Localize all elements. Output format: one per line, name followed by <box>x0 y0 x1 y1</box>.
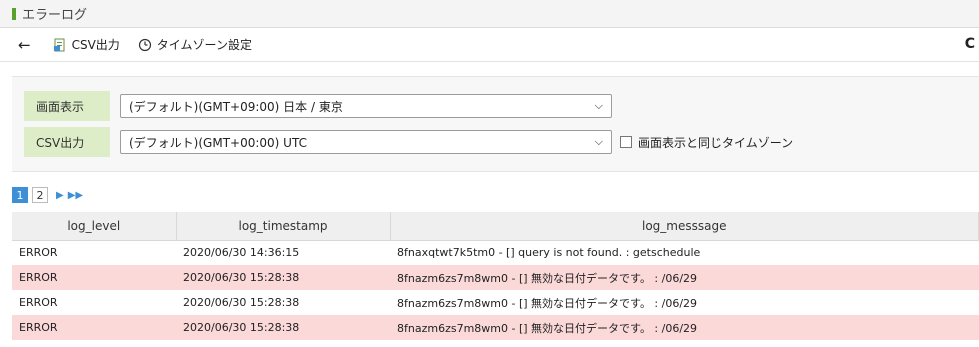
csv-timezone-select[interactable]: (デフォルト)(GMT+00:00) UTC ⌵ <box>120 130 612 154</box>
timezone-settings-label: タイムゾーン設定 <box>156 38 252 52</box>
back-arrow-icon[interactable]: ← <box>18 36 31 54</box>
page-1-button[interactable]: 1 <box>12 187 28 203</box>
cell-log-message: 8fnazm6zs7m8wm0 - [] 無効な日付データです。 : /06/2… <box>390 265 979 290</box>
same-timezone-checkbox[interactable]: 画面表示と同じタイムゾーン <box>620 134 793 151</box>
chevron-down-icon: ⌵ <box>594 99 603 112</box>
table-row[interactable]: ERROR 2020/06/30 14:36:15 8fnaxqtwt7k5tm… <box>12 240 979 265</box>
checkbox-box[interactable] <box>620 136 632 148</box>
display-timezone-value: (デフォルト)(GMT+09:00) 日本 / 東京 <box>129 99 343 114</box>
csv-export-label: CSV出力 <box>71 38 120 52</box>
cell-log-message: 8fnaxqtwt7k5tm0 - [] query is not found.… <box>390 240 979 265</box>
chevron-down-icon: ⌵ <box>594 135 603 148</box>
timezone-settings-button[interactable]: タイムゾーン設定 <box>138 36 252 53</box>
table-header-row: log_level log_timestamp log_messsage <box>12 212 979 241</box>
page-2-button[interactable]: 2 <box>32 187 48 203</box>
pagination: 1 2 ▶ ▶▶ <box>12 186 83 204</box>
cell-log-timestamp: 2020/06/30 15:28:38 <box>176 315 390 340</box>
cell-log-timestamp: 2020/06/30 15:28:38 <box>176 290 390 315</box>
cell-log-level: ERROR <box>12 265 176 290</box>
log-table: log_level log_timestamp log_messsage ERR… <box>12 212 979 340</box>
table-row[interactable]: ERROR 2020/06/30 15:28:38 8fnazm6zs7m8wm… <box>12 315 979 340</box>
refresh-icon[interactable]: C <box>965 36 975 52</box>
column-header-log-message[interactable]: log_messsage <box>390 212 979 241</box>
display-timezone-row: 画面表示 (デフォルト)(GMT+09:00) 日本 / 東京 ⌵ <box>24 91 612 121</box>
title-marker <box>12 7 16 20</box>
last-page-icon[interactable]: ▶▶ <box>68 190 83 201</box>
page-title: エラーログ <box>22 8 88 23</box>
next-page-icon[interactable]: ▶ <box>56 190 64 201</box>
timezone-panel: 画面表示 (デフォルト)(GMT+09:00) 日本 / 東京 ⌵ CSV出力 … <box>12 76 979 172</box>
toolbar: ← CSV出力 タイムゾーン設定 C <box>0 28 979 62</box>
csv-file-icon <box>53 38 65 51</box>
cell-log-level: ERROR <box>12 290 176 315</box>
cell-log-timestamp: 2020/06/30 14:36:15 <box>176 240 390 265</box>
csv-export-button[interactable]: CSV出力 <box>53 36 120 53</box>
cell-log-message: 8fnazm6zs7m8wm0 - [] 無効な日付データです。 : /06/2… <box>390 290 979 315</box>
cell-log-level: ERROR <box>12 240 176 265</box>
csv-timezone-value: (デフォルト)(GMT+00:00) UTC <box>129 135 307 150</box>
csv-timezone-label: CSV出力 <box>24 127 110 157</box>
cell-log-level: ERROR <box>12 315 176 340</box>
column-header-log-level[interactable]: log_level <box>12 212 177 241</box>
clock-icon <box>138 38 151 51</box>
same-timezone-label: 画面表示と同じタイムゾーン <box>638 135 794 150</box>
cell-log-timestamp: 2020/06/30 15:28:38 <box>176 265 390 290</box>
display-timezone-label: 画面表示 <box>24 91 110 121</box>
table-row[interactable]: ERROR 2020/06/30 15:28:38 8fnazm6zs7m8wm… <box>12 265 979 290</box>
title-bar: エラーログ <box>0 0 979 28</box>
cell-log-message: 8fnazm6zs7m8wm0 - [] 無効な日付データです。 : /06/2… <box>390 315 979 340</box>
column-header-log-timestamp[interactable]: log_timestamp <box>176 212 391 241</box>
display-timezone-select[interactable]: (デフォルト)(GMT+09:00) 日本 / 東京 ⌵ <box>120 94 612 118</box>
table-row[interactable]: ERROR 2020/06/30 15:28:38 8fnazm6zs7m8wm… <box>12 290 979 315</box>
csv-timezone-row: CSV出力 (デフォルト)(GMT+00:00) UTC ⌵ 画面表示と同じタイ… <box>24 127 793 157</box>
